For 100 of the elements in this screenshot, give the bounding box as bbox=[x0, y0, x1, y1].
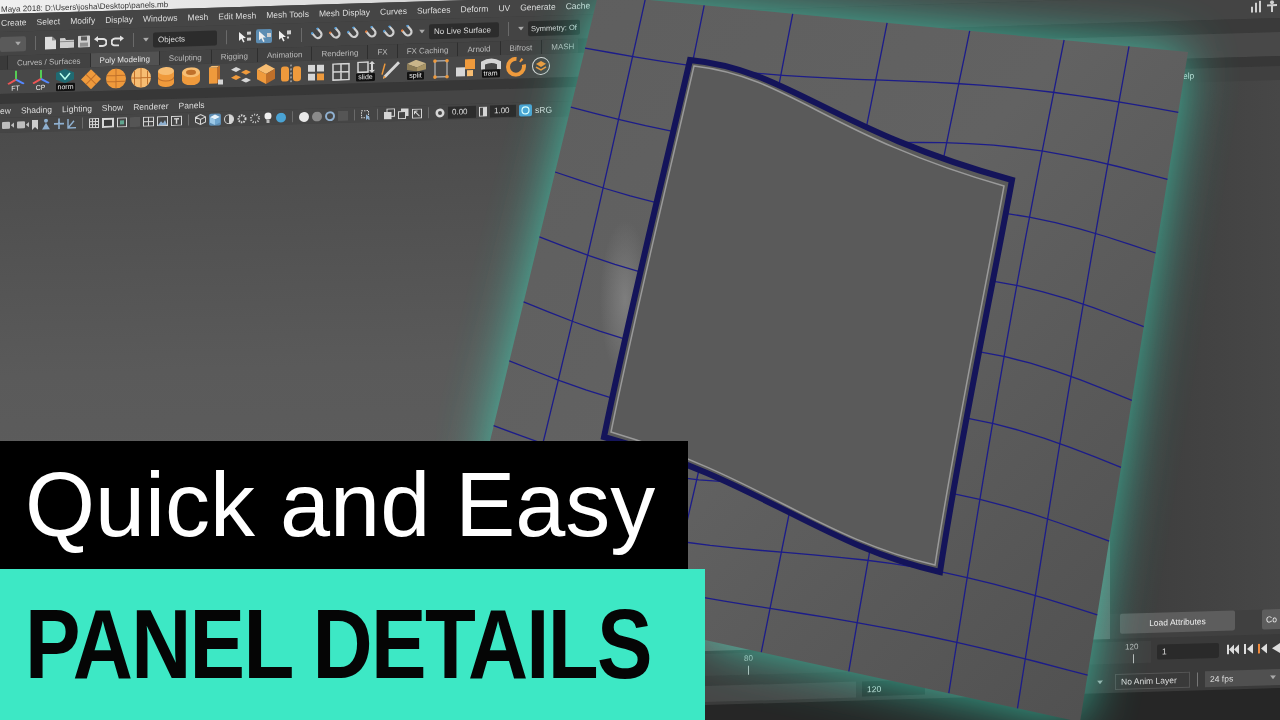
diamond-icon[interactable] bbox=[80, 69, 101, 90]
menu-item[interactable]: Surfaces bbox=[411, 4, 456, 16]
camera-icon[interactable] bbox=[17, 120, 29, 130]
caret-icon[interactable] bbox=[143, 37, 149, 42]
layers-icon[interactable] bbox=[531, 56, 550, 76]
split-cylinder-icon[interactable] bbox=[280, 64, 301, 83]
camera-icon[interactable] bbox=[2, 120, 14, 130]
frame-icon[interactable] bbox=[432, 58, 449, 80]
menu-item[interactable]: Edit Mesh bbox=[213, 10, 262, 22]
box-icon[interactable] bbox=[405, 59, 426, 72]
layout-dropdown[interactable] bbox=[0, 35, 26, 52]
panel-button[interactable]: Load Attributes bbox=[1120, 610, 1235, 634]
stacked-squares-icon[interactable] bbox=[398, 107, 409, 120]
caret-icon[interactable] bbox=[1270, 674, 1276, 679]
axis-icon[interactable] bbox=[31, 69, 50, 85]
grid-icon[interactable] bbox=[89, 117, 99, 128]
save-icon[interactable] bbox=[78, 35, 90, 48]
box-arrow-icon[interactable] bbox=[356, 60, 375, 74]
angle-icon[interactable] bbox=[67, 118, 76, 129]
image-icon[interactable] bbox=[157, 115, 168, 126]
arch-icon[interactable] bbox=[480, 57, 501, 70]
menu-item[interactable]: Panels bbox=[173, 99, 210, 111]
caret-icon[interactable] bbox=[419, 29, 425, 34]
object-mode-dropdown[interactable]: Objects bbox=[153, 30, 217, 47]
menu-item[interactable]: Shading bbox=[15, 104, 58, 116]
magnet-icon[interactable] bbox=[347, 26, 361, 41]
menu-item[interactable]: Deform bbox=[455, 3, 494, 15]
frame-rate-dropdown[interactable]: 24 fps bbox=[1205, 668, 1280, 687]
menu-item[interactable]: Curves bbox=[375, 5, 412, 17]
wireframe-cube-icon[interactable] bbox=[195, 113, 206, 126]
stacked-squares-icon[interactable] bbox=[384, 108, 395, 120]
select-tool-icon[interactable] bbox=[256, 28, 272, 44]
key-step-back-icon[interactable] bbox=[1258, 643, 1267, 654]
exposure-field[interactable]: 0.00 bbox=[448, 105, 476, 119]
column-icon[interactable] bbox=[208, 65, 223, 86]
half-circle-icon[interactable] bbox=[224, 113, 234, 124]
dotted-circle-icon[interactable] bbox=[250, 112, 260, 124]
menu-item[interactable]: Windows bbox=[138, 12, 183, 24]
magnet-icon[interactable] bbox=[383, 25, 397, 40]
anim-layer-dropdown[interactable]: No Anim Layer bbox=[1115, 671, 1190, 690]
shelf-tab[interactable]: Rendering bbox=[311, 45, 368, 61]
figure-icon[interactable] bbox=[41, 118, 51, 130]
caret-icon[interactable] bbox=[15, 41, 21, 46]
sphere-icon[interactable] bbox=[105, 68, 126, 89]
sphere-icon[interactable] bbox=[276, 112, 286, 123]
ring-icon[interactable] bbox=[325, 110, 335, 121]
panel-button[interactable]: Co bbox=[1262, 608, 1280, 630]
shelf-tab[interactable]: Curves / Surfaces bbox=[7, 53, 90, 70]
menu-item[interactable]: Mesh Tools bbox=[261, 8, 314, 21]
squares-icon[interactable] bbox=[307, 64, 324, 81]
shelf-tab[interactable]: FX bbox=[367, 44, 397, 60]
target-square-icon[interactable] bbox=[117, 116, 127, 128]
magnet-icon[interactable] bbox=[311, 27, 325, 42]
skip-to-start-icon[interactable] bbox=[1227, 644, 1239, 655]
sphere-icon[interactable] bbox=[299, 111, 309, 122]
menu-item[interactable]: Lighting bbox=[57, 103, 97, 115]
menu-item[interactable]: Mesh bbox=[182, 11, 214, 23]
text-box-icon[interactable] bbox=[171, 115, 182, 126]
menu-item[interactable]: Modify bbox=[65, 15, 101, 27]
play-backward-icon[interactable] bbox=[1272, 643, 1280, 654]
pen-icon[interactable] bbox=[380, 60, 401, 81]
tiles-icon[interactable] bbox=[229, 66, 252, 84]
magnet-icon[interactable] bbox=[365, 25, 379, 41]
film-frame-icon[interactable] bbox=[102, 117, 114, 128]
window-icon[interactable] bbox=[143, 115, 154, 127]
plus-icon[interactable] bbox=[54, 118, 64, 130]
bar-chart-icon[interactable] bbox=[1251, 0, 1261, 13]
menu-item[interactable]: Mesh Display bbox=[314, 6, 375, 19]
shelf-tab[interactable]: Poly Modeling bbox=[89, 51, 159, 68]
pipe-icon[interactable] bbox=[181, 67, 200, 86]
dashed-circle-icon[interactable] bbox=[505, 56, 526, 77]
toggle-icon[interactable] bbox=[519, 103, 532, 117]
bookmark-icon[interactable] bbox=[32, 119, 38, 130]
menu-item[interactable]: Show bbox=[96, 102, 129, 114]
hexagon-icon[interactable] bbox=[56, 68, 75, 84]
half-square-icon[interactable] bbox=[479, 106, 487, 117]
select-tool-icon[interactable] bbox=[236, 29, 252, 44]
ring-icon[interactable] bbox=[435, 107, 445, 118]
new-file-icon[interactable] bbox=[45, 35, 56, 50]
undo-icon[interactable] bbox=[94, 35, 107, 47]
shelf-tab[interactable]: Arnold bbox=[457, 41, 500, 57]
window-grid-icon[interactable] bbox=[331, 62, 350, 82]
cube-icon[interactable] bbox=[256, 63, 275, 85]
axis-icon[interactable] bbox=[6, 70, 25, 85]
caret-icon[interactable] bbox=[1097, 679, 1103, 684]
menu-item[interactable]: Create bbox=[0, 17, 32, 28]
grid-sphere-icon[interactable] bbox=[130, 67, 151, 89]
figure-icon[interactable] bbox=[1267, 0, 1277, 13]
menu-item[interactable]: ew bbox=[0, 105, 16, 116]
step-back-icon[interactable] bbox=[1244, 643, 1253, 655]
current-frame-field[interactable]: 1 bbox=[1157, 642, 1219, 660]
menu-item[interactable]: Display bbox=[100, 13, 139, 26]
redo-icon[interactable] bbox=[111, 34, 124, 47]
menu-item[interactable]: Generate bbox=[515, 1, 561, 13]
folder-icon[interactable] bbox=[60, 36, 74, 48]
shaded-cube-icon[interactable] bbox=[209, 112, 221, 126]
menu-item[interactable]: Select bbox=[31, 16, 66, 28]
cubes-icon[interactable] bbox=[455, 58, 476, 78]
dashed-ring-icon[interactable] bbox=[237, 113, 247, 124]
color-space-label[interactable]: sRG bbox=[535, 104, 552, 115]
